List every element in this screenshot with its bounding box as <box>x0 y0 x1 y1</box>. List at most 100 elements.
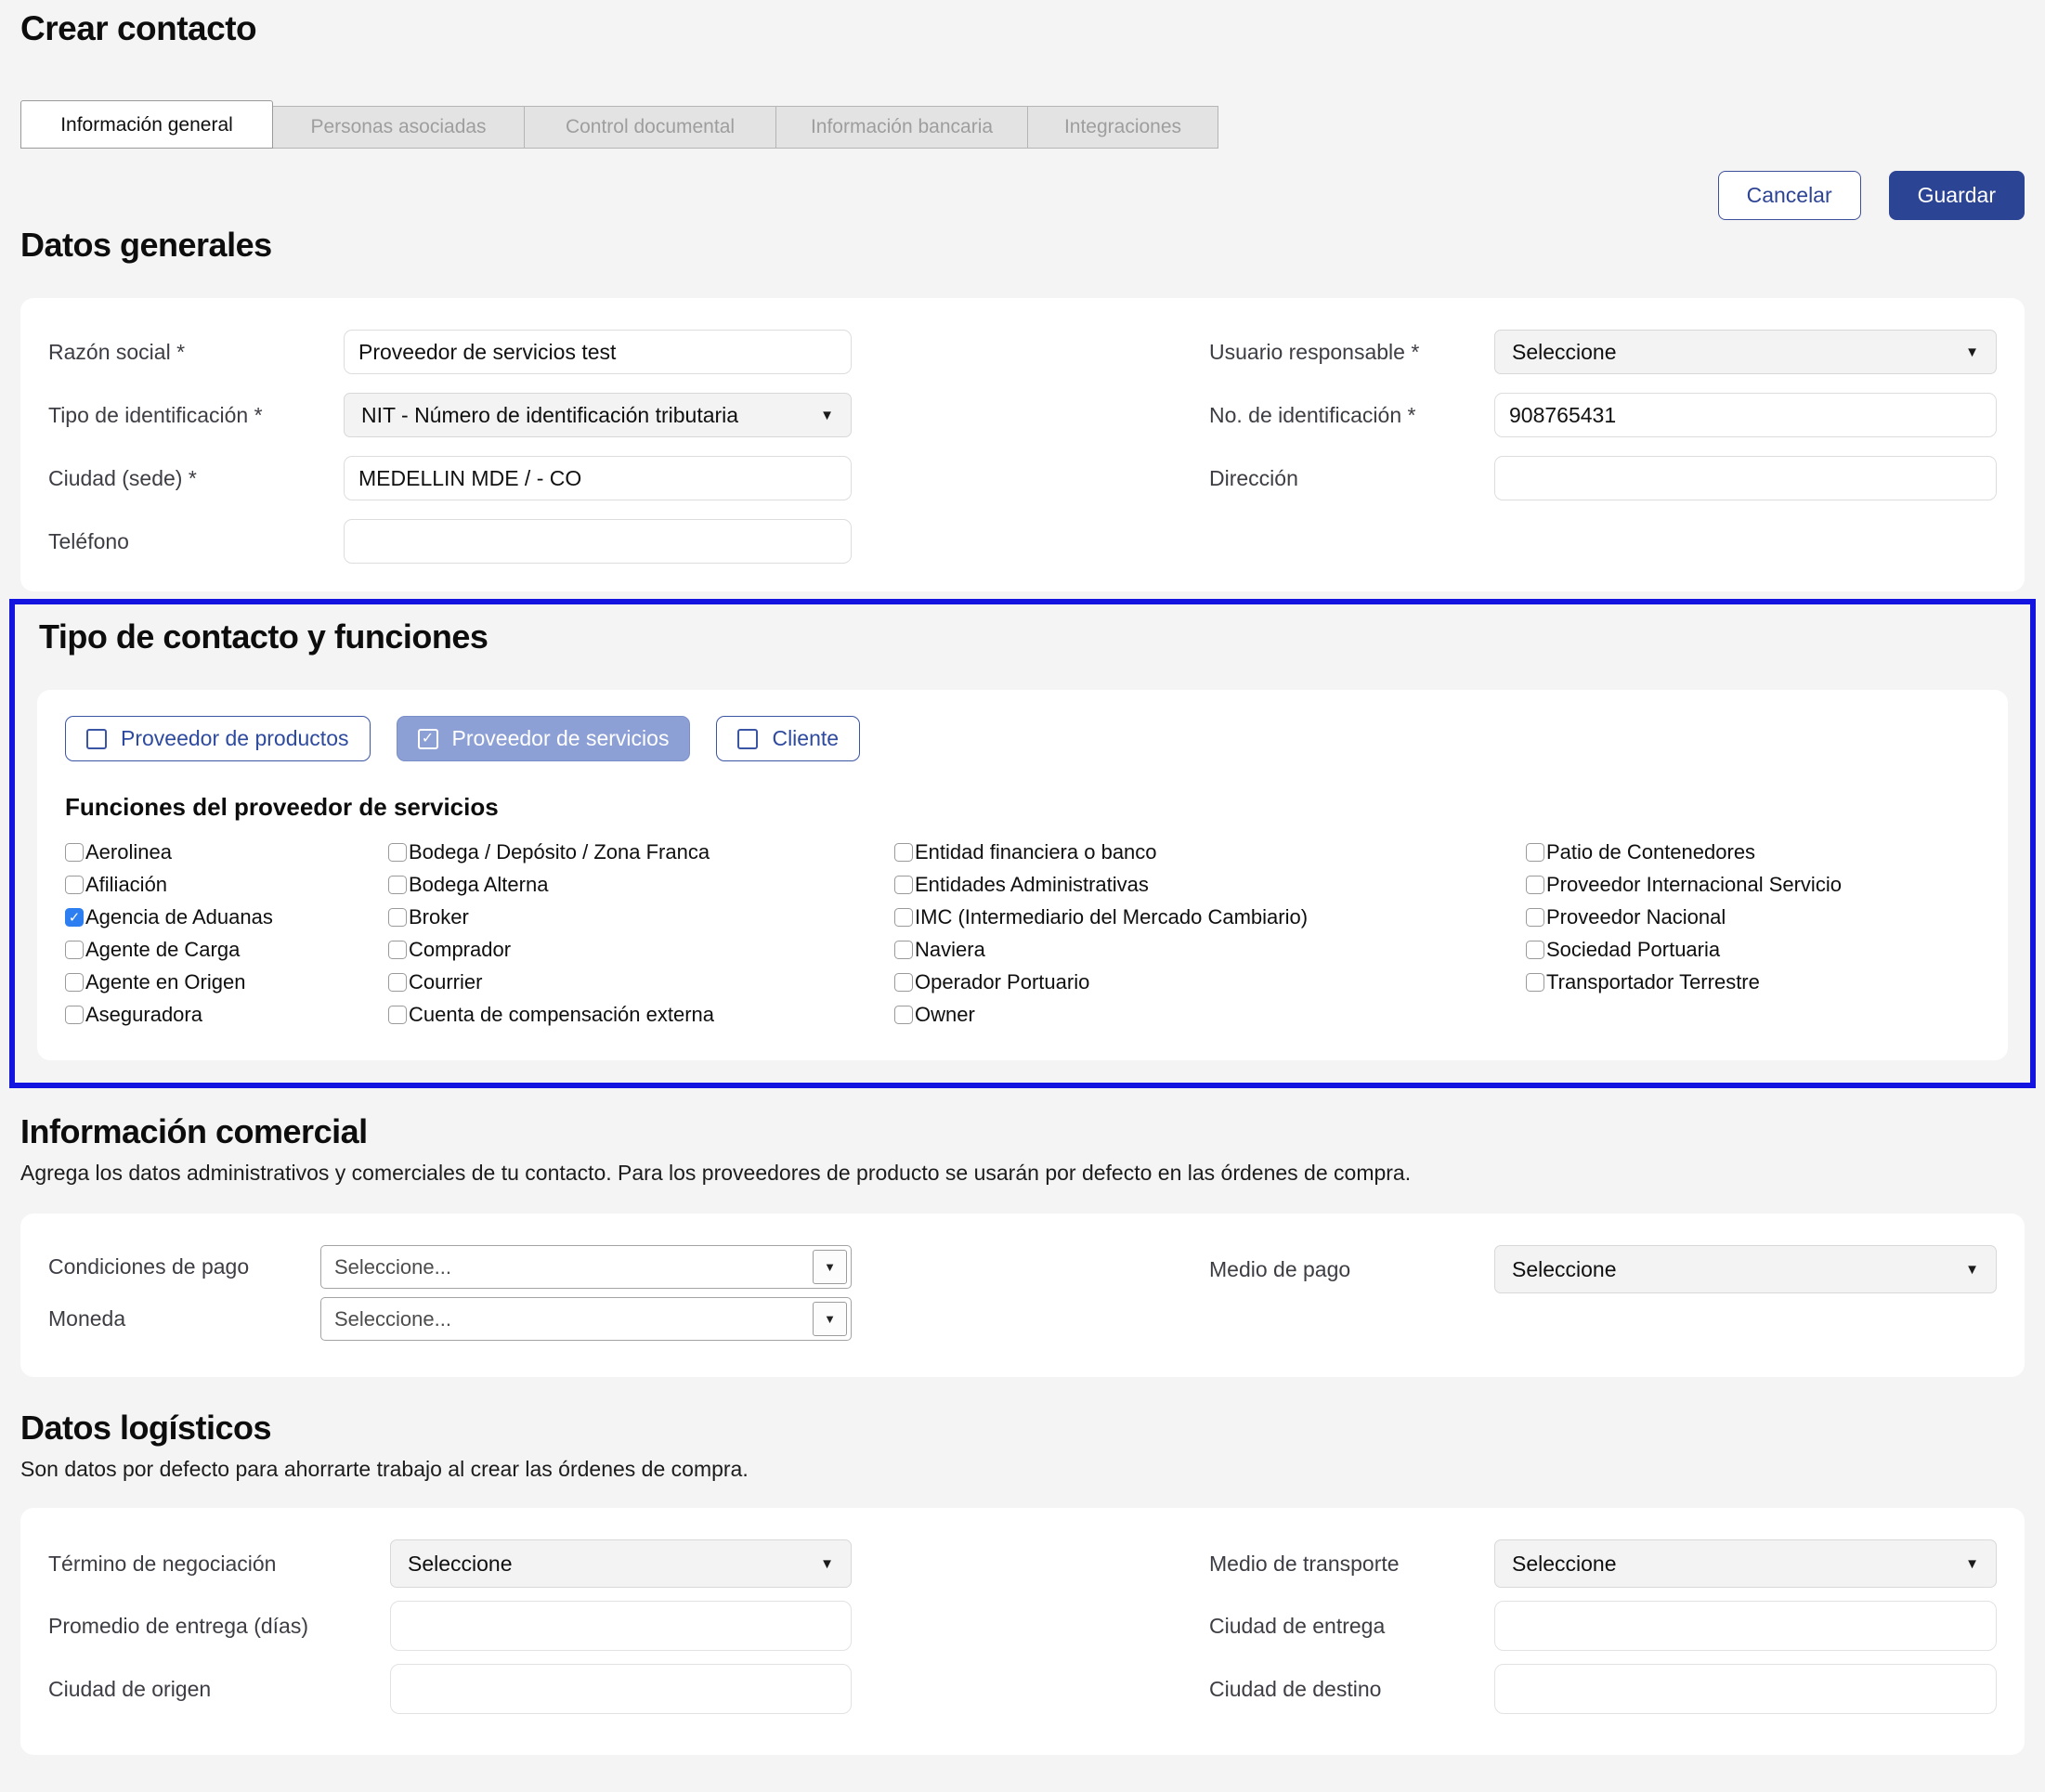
type-proveedor-servicios-button[interactable]: ✓ Proveedor de servicios <box>397 716 691 761</box>
funciones-heading: Funciones del proveedor de servicios <box>65 793 1980 822</box>
checkbox[interactable]: ✓ <box>388 908 407 927</box>
funciones-grid: ✓ Aerolinea ✓ Afiliación ✓ Agencia de Ad… <box>65 840 1980 1027</box>
cancel-button[interactable]: Cancelar <box>1718 171 1861 220</box>
checkbox-label: Broker <box>409 905 469 929</box>
checkbox[interactable]: ✓ <box>1526 973 1544 992</box>
usuario-responsable-select[interactable]: Seleccione ▼ <box>1494 330 1997 374</box>
checkbox[interactable]: ✓ <box>894 876 913 894</box>
checkbox-label: Bodega Alterna <box>409 873 548 897</box>
medio-pago-select[interactable]: Seleccione ▼ <box>1494 1245 1997 1293</box>
list-item: ✓ Transportador Terrestre <box>1526 970 1980 994</box>
checkbox-label: Bodega / Depósito / Zona Franca <box>409 840 710 864</box>
tipo-identificacion-select[interactable]: NIT - Número de identificación tributari… <box>344 393 852 437</box>
dropdown-arrow-icon: ▼ <box>1965 344 1979 360</box>
medio-transporte-select[interactable]: Seleccione ▼ <box>1494 1539 1997 1588</box>
checkbox[interactable]: ✓ <box>894 941 913 959</box>
checkbox[interactable]: ✓ <box>65 941 84 959</box>
type-proveedor-productos-button[interactable]: ✓ Proveedor de productos <box>65 716 371 761</box>
page-title: Crear contacto <box>20 9 2025 48</box>
checkbox[interactable]: ✓ <box>65 1006 84 1024</box>
check-icon: ✓ <box>69 911 81 925</box>
checkbox-label: Courrier <box>409 970 482 994</box>
tipo-identificacion-label: Tipo de identificación * <box>48 403 344 428</box>
checkbox-label: Afiliación <box>85 873 167 897</box>
informacion-comercial-heading: Información comercial <box>20 1112 2025 1151</box>
checkbox[interactable]: ✓ <box>65 908 84 927</box>
checkbox-label: Aseguradora <box>85 1003 202 1027</box>
checkbox[interactable]: ✓ <box>388 973 407 992</box>
medio-pago-value: Seleccione <box>1512 1257 1617 1282</box>
checkbox-label: IMC (Intermediario del Mercado Cambiario… <box>915 905 1308 929</box>
termino-negociacion-select[interactable]: Seleccione ▼ <box>390 1539 852 1588</box>
checkbox[interactable]: ✓ <box>894 843 913 862</box>
checkbox[interactable]: ✓ <box>894 1006 913 1024</box>
list-item: ✓ Operador Portuario <box>894 970 1526 994</box>
condiciones-pago-select[interactable]: Seleccione... ▼ <box>320 1245 852 1289</box>
no-identificacion-input[interactable] <box>1494 393 1997 437</box>
ciudad-destino-label: Ciudad de destino <box>1209 1677 1494 1702</box>
checkbox[interactable]: ✓ <box>388 941 407 959</box>
checkbox[interactable]: ✓ <box>388 843 407 862</box>
list-item: ✓ Proveedor Nacional <box>1526 905 1980 929</box>
ciudad-origen-input[interactable] <box>390 1664 852 1714</box>
list-item: ✓ Broker <box>388 905 894 929</box>
ciudad-entrega-input[interactable] <box>1494 1601 1997 1651</box>
direccion-input[interactable] <box>1494 456 1997 500</box>
list-item: ✓ Afiliación <box>65 873 388 897</box>
list-item: ✓ Bodega Alterna <box>388 873 894 897</box>
dropdown-arrow-icon: ▼ <box>824 1260 836 1274</box>
list-item: ✓ IMC (Intermediario del Mercado Cambiar… <box>894 905 1526 929</box>
checkbox[interactable]: ✓ <box>65 876 84 894</box>
datos-generales-card: Razón social * Tipo de identificación * … <box>20 298 2025 591</box>
promedio-entrega-input[interactable] <box>390 1601 852 1651</box>
termino-negociacion-label: Término de negociación <box>48 1552 390 1577</box>
condiciones-pago-label: Condiciones de pago <box>48 1254 320 1279</box>
checkbox[interactable]: ✓ <box>894 973 913 992</box>
checkbox-label: Entidad financiera o banco <box>915 840 1157 864</box>
checkbox[interactable]: ✓ <box>1526 843 1544 862</box>
checkbox[interactable]: ✓ <box>388 1006 407 1024</box>
checkbox-label: Proveedor Nacional <box>1546 905 1726 929</box>
tipo-contacto-section: Tipo de contacto y funciones ✓ Proveedor… <box>9 599 2036 1088</box>
checkbox-label: Operador Portuario <box>915 970 1089 994</box>
tab-personas-asociadas[interactable]: Personas asociadas <box>272 106 525 149</box>
checkbox[interactable]: ✓ <box>388 876 407 894</box>
save-button[interactable]: Guardar <box>1889 171 2025 220</box>
ciudad-sede-input[interactable] <box>344 456 852 500</box>
checkbox-label: Agente en Origen <box>85 970 245 994</box>
tab-informacion-bancaria[interactable]: Información bancaria <box>775 106 1028 149</box>
ciudad-origen-label: Ciudad de origen <box>48 1677 390 1702</box>
telefono-input[interactable] <box>344 519 852 564</box>
razon-social-input[interactable] <box>344 330 852 374</box>
no-identificacion-label: No. de identificación * <box>1209 403 1494 428</box>
form-actions: Cancelar Guardar <box>20 171 2025 220</box>
checkbox[interactable]: ✓ <box>1526 941 1544 959</box>
medio-transporte-value: Seleccione <box>1512 1552 1617 1577</box>
dropdown-arrow-icon: ▼ <box>820 1556 834 1572</box>
medio-transporte-label: Medio de transporte <box>1209 1552 1494 1577</box>
tab-informacion-general[interactable]: Información general <box>20 100 273 149</box>
ciudad-destino-input[interactable] <box>1494 1664 1997 1714</box>
moneda-select[interactable]: Seleccione... ▼ <box>320 1297 852 1341</box>
checkbox[interactable]: ✓ <box>65 843 84 862</box>
dropdown-arrow-button: ▼ <box>813 1302 847 1336</box>
list-item: ✓ Courrier <box>388 970 894 994</box>
type-cliente-button[interactable]: ✓ Cliente <box>716 716 860 761</box>
checkbox[interactable]: ✓ <box>65 973 84 992</box>
checkbox[interactable]: ✓ <box>1526 876 1544 894</box>
checkbox-label: Naviera <box>915 938 985 962</box>
tab-integraciones[interactable]: Integraciones <box>1027 106 1218 149</box>
termino-negociacion-value: Seleccione <box>408 1552 513 1577</box>
funciones-column-3: ✓ Entidad financiera o banco ✓ Entidades… <box>894 840 1526 1027</box>
checkbox[interactable]: ✓ <box>894 908 913 927</box>
checkbox-label: Entidades Administrativas <box>915 873 1149 897</box>
checkbox-label: Agente de Carga <box>85 938 240 962</box>
checkbox-label: Patio de Contenedores <box>1546 840 1755 864</box>
list-item: ✓ Aseguradora <box>65 1003 388 1027</box>
informacion-comercial-subtitle: Agrega los datos administrativos y comer… <box>20 1161 2025 1186</box>
type-label: Proveedor de servicios <box>452 726 670 751</box>
create-contact-page: Crear contacto Información general Perso… <box>0 0 2045 1792</box>
tab-control-documental[interactable]: Control documental <box>524 106 776 149</box>
datos-logisticos-heading: Datos logísticos <box>20 1409 2025 1448</box>
checkbox[interactable]: ✓ <box>1526 908 1544 927</box>
